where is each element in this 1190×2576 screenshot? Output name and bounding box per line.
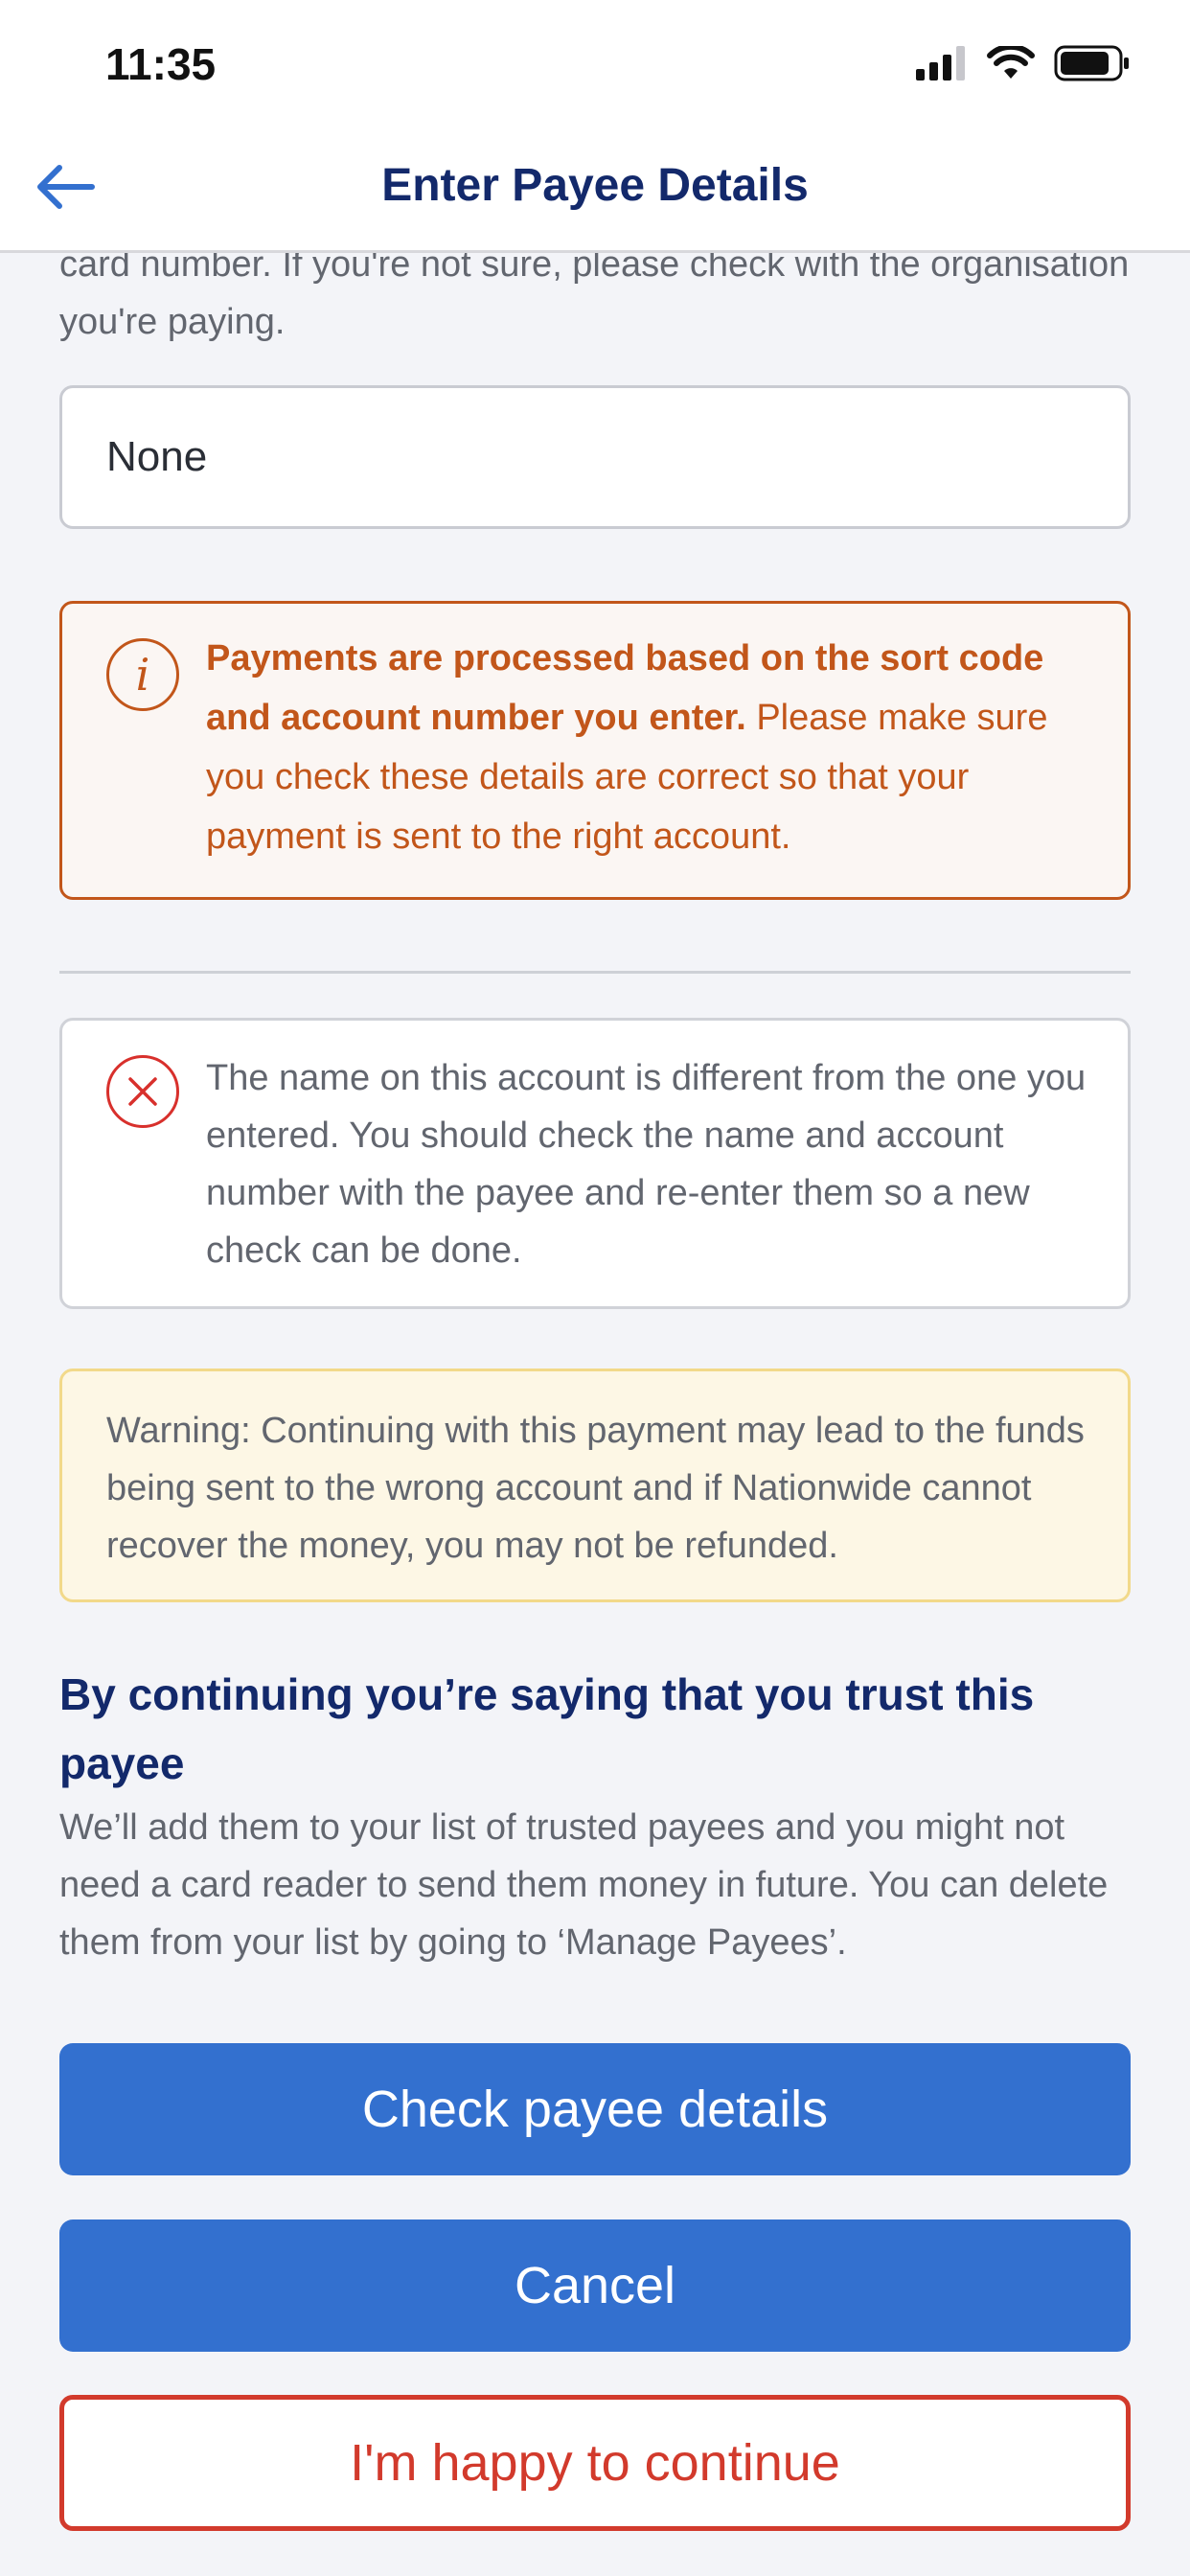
warning-notice: Warning: Continuing with this payment ma…	[59, 1368, 1131, 1602]
name-check-error: The name on this account is different fr…	[59, 1018, 1131, 1309]
status-time: 11:35	[105, 39, 217, 89]
battery-icon	[1054, 45, 1131, 86]
status-icons	[916, 43, 1131, 86]
payment-info-notice: i Payments are processed based on the so…	[59, 601, 1131, 900]
close-circle-icon	[106, 1055, 179, 1128]
info-icon: i	[106, 638, 179, 711]
trust-body: We’ll add them to your list of trusted p…	[59, 1807, 1109, 1963]
page-content: card number. If you're not sure, please …	[0, 0, 1190, 2576]
signal-icon	[916, 45, 968, 85]
divider	[59, 971, 1131, 974]
wifi-icon	[987, 43, 1035, 85]
cancel-button[interactable]: Cancel	[59, 2220, 1131, 2352]
info-notice-text: Payments are processed based on the sort…	[206, 629, 1087, 866]
page-title: Enter Payee Details	[381, 160, 809, 211]
status-bar: 11:35	[0, 0, 1190, 126]
reference-input[interactable]: None	[59, 385, 1131, 529]
intro-text: card number. If you're not sure, please …	[59, 244, 1130, 342]
check-payee-details-button[interactable]: Check payee details	[59, 2043, 1131, 2175]
trust-heading: By continuing you’re saying that you tru…	[59, 1669, 1035, 1788]
nav-bar: Enter Payee Details	[0, 126, 1190, 253]
name-check-error-text: The name on this account is different fr…	[206, 1058, 1087, 1271]
happy-to-continue-button[interactable]: I'm happy to continue	[59, 2395, 1131, 2531]
warning-text: Warning: Continuing with this payment ma…	[106, 1411, 1085, 1566]
